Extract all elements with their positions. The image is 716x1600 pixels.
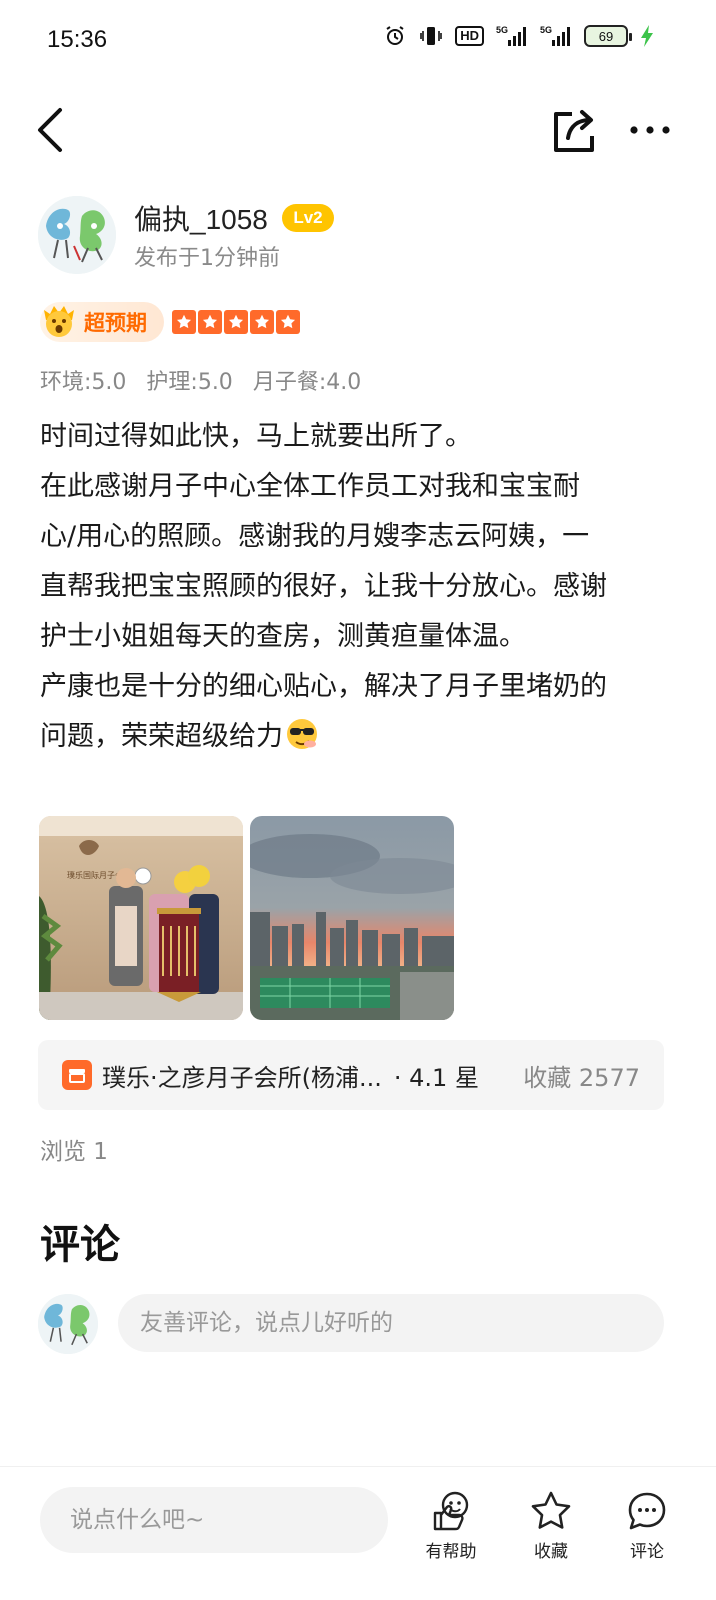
store-icon xyxy=(62,1060,92,1090)
star-icon xyxy=(276,310,300,334)
back-arrow-icon xyxy=(38,108,62,152)
more-button[interactable] xyxy=(626,112,674,148)
hd-icon: HD xyxy=(455,26,484,46)
share-button[interactable] xyxy=(550,106,598,156)
battery-icon: 69 xyxy=(584,25,632,47)
quick-comment-input[interactable] xyxy=(40,1487,388,1553)
svg-text:5G: 5G xyxy=(540,25,552,35)
signal-5g-icon: 5G xyxy=(540,24,572,48)
review-text: 时间过得如此快，马上就要出所了。 在此感谢月子中心全体工作员工对我和宝宝耐 心/… xyxy=(40,412,680,762)
alarm-icon xyxy=(383,24,407,48)
rating-tag-label: 超预期 xyxy=(84,311,147,335)
star-icon xyxy=(198,310,222,334)
bottom-bar: 有帮助 收藏 评论 xyxy=(0,1466,716,1600)
helpful-button[interactable]: 有帮助 xyxy=(416,1489,486,1563)
author-name[interactable]: 偏执_1058 xyxy=(134,198,268,238)
sub-rating-environment: 环境:5.0 xyxy=(40,370,127,395)
post-time: 发布于1分钟前 xyxy=(134,246,280,271)
review-line: 时间过得如此快，马上就要出所了。 xyxy=(40,421,472,452)
review-line: 心/用心的照顾。感谢我的月嫂李志云阿姨，一 xyxy=(40,521,590,552)
view-count: 浏览 1 xyxy=(40,1139,108,1165)
sub-rating-care: 护理:5.0 xyxy=(146,370,233,395)
back-button[interactable] xyxy=(30,104,74,156)
star-icon xyxy=(531,1491,571,1529)
my-avatar xyxy=(38,1294,98,1354)
review-line: 在此感谢月子中心全体工作员工对我和宝宝耐 xyxy=(40,471,580,502)
review-photo-1[interactable]: 璞乐国际月子会所 Fo xyxy=(39,816,243,1020)
author-avatar[interactable] xyxy=(38,196,116,274)
level-badge: Lv2 xyxy=(282,204,334,232)
signal-5g-icon: 5G xyxy=(496,24,528,48)
place-card[interactable]: 璞乐·之彦月子会所(杨浦... · 4.1 星 收藏 2577 xyxy=(38,1040,664,1110)
comment-label: 评论 xyxy=(630,1542,664,1562)
more-icon xyxy=(630,126,670,134)
review-line: 问题，荣荣超级给力 xyxy=(40,721,283,752)
sub-ratings: 环境:5.0 护理:5.0 月子餐:4.0 xyxy=(40,364,361,396)
sub-rating-meals: 月子餐:4.0 xyxy=(252,370,362,395)
comment-input[interactable] xyxy=(118,1294,664,1352)
helpful-label: 有帮助 xyxy=(425,1542,477,1562)
svg-text:5G: 5G xyxy=(496,25,508,35)
star-rating xyxy=(172,310,300,334)
review-line: 产康也是十分的细心贴心，解决了月子里堵奶的 xyxy=(40,671,607,702)
place-favorites: 收藏 2577 xyxy=(523,1063,640,1092)
star-icon xyxy=(172,310,196,334)
place-name: 璞乐·之彦月子会所(杨浦... xyxy=(102,1063,382,1092)
status-icons: HD 5G 5G 69 xyxy=(383,24,654,48)
comments-title: 评论 xyxy=(40,1222,120,1268)
review-line: 直帮我把宝宝照顾的很好，让我十分放心。感谢 xyxy=(40,571,607,602)
surprised-face-icon xyxy=(44,306,74,337)
thumbs-up-icon xyxy=(433,1491,469,1531)
vibrate-icon xyxy=(419,24,443,48)
comment-icon xyxy=(628,1492,666,1530)
charging-icon xyxy=(640,24,654,48)
share-icon xyxy=(554,110,594,152)
star-icon xyxy=(250,310,274,334)
star-icon xyxy=(224,310,248,334)
comment-button[interactable]: 评论 xyxy=(612,1489,682,1563)
review-photo-2[interactable] xyxy=(250,816,454,1020)
review-line: 护士小姐姐每天的查房，测黄疸量体温。 xyxy=(40,621,526,652)
status-bar: 15:36 HD 5G 5G 69 xyxy=(0,0,716,84)
sunglasses-emoji-icon xyxy=(287,719,317,749)
place-rating: · 4.1 星 xyxy=(393,1063,479,1092)
review-line-last: 问题，荣荣超级给力 xyxy=(40,712,680,762)
favorite-label: 收藏 xyxy=(534,1542,568,1562)
rating-tag: 超预期 xyxy=(40,302,164,342)
status-time: 15:36 xyxy=(47,26,108,53)
favorite-button[interactable]: 收藏 xyxy=(516,1489,586,1563)
